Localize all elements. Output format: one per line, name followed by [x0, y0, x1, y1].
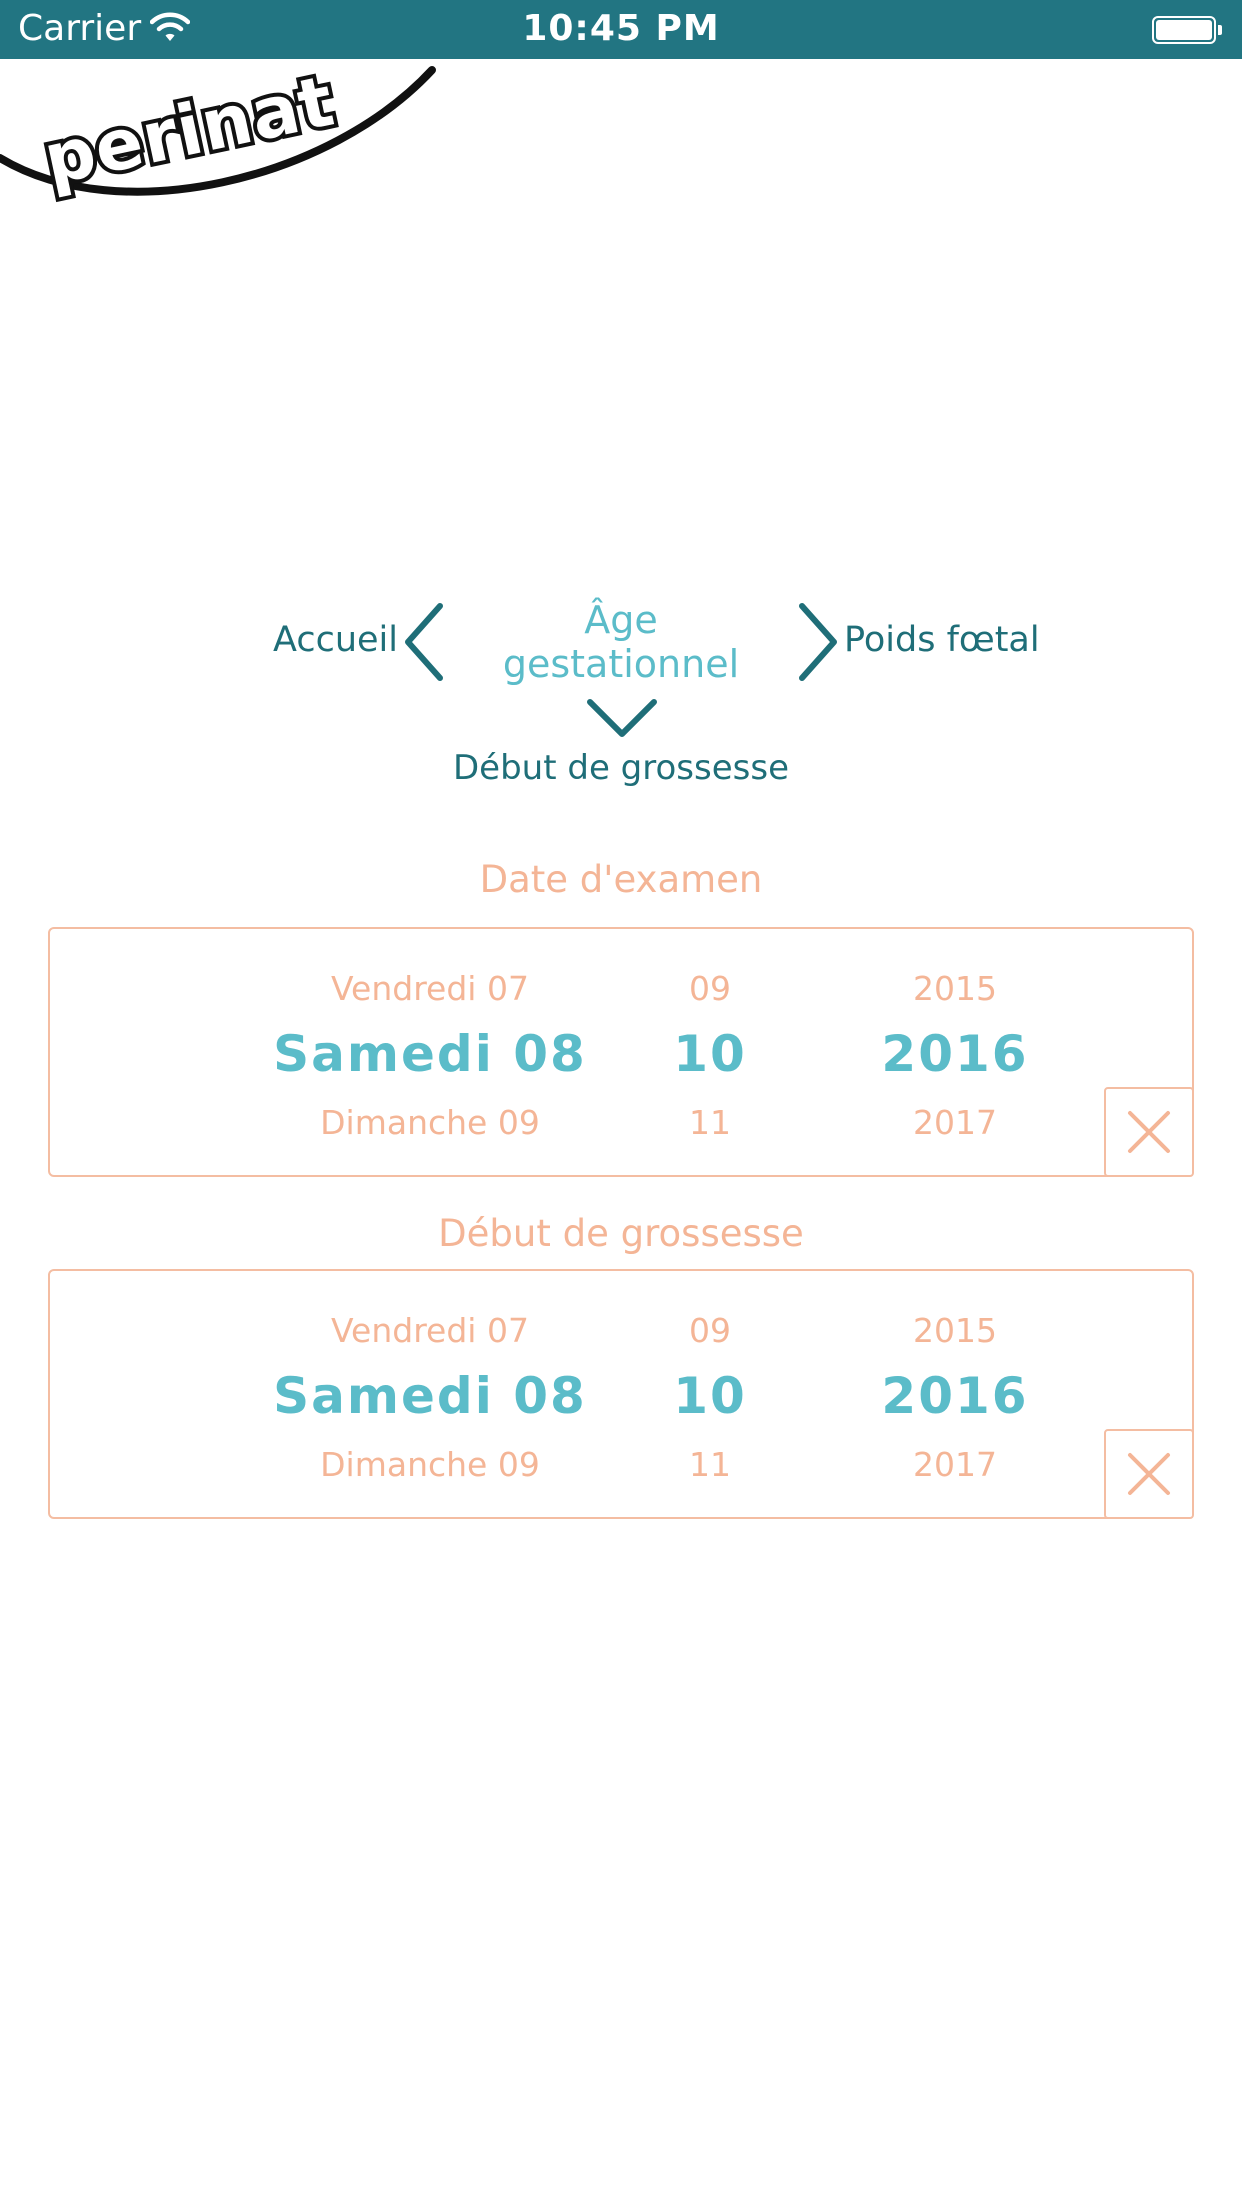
screen: Carrier 10:45 PM perinat Accueil Âge ges… — [0, 0, 1242, 2208]
svg-text:perinat: perinat — [37, 60, 341, 201]
status-bar: Carrier 10:45 PM — [0, 0, 1242, 59]
picker-year-selected[interactable]: 2016 — [830, 1025, 1080, 1083]
nav-next-link[interactable]: Poids fœtal — [844, 620, 1040, 660]
picker-year-next[interactable]: 2017 — [830, 1445, 1080, 1484]
picker-month-prev[interactable]: 09 — [610, 1311, 810, 1350]
clock: 10:45 PM — [522, 8, 720, 49]
picker-year-prev[interactable]: 2015 — [830, 1311, 1080, 1350]
current-title-line2: gestationnel — [502, 642, 740, 686]
picker-year-prev[interactable]: 2015 — [830, 969, 1080, 1008]
picker-month-next[interactable]: 11 — [610, 1103, 810, 1142]
nav-sub-link[interactable]: Début de grossesse — [320, 748, 922, 788]
pregnancy-start-title: Début de grossesse — [438, 1212, 804, 1255]
picker-day-selected[interactable]: Samedi 08 — [200, 1025, 660, 1083]
picker-year-next[interactable]: 2017 — [830, 1103, 1080, 1142]
picker-month-next[interactable]: 11 — [610, 1445, 810, 1484]
battery-tip — [1218, 25, 1222, 35]
picker-day-next[interactable]: Dimanche 09 — [200, 1103, 660, 1142]
exam-date-title: Date d'examen — [479, 858, 763, 901]
close-icon — [1128, 1111, 1170, 1153]
picker-day-selected[interactable]: Samedi 08 — [200, 1367, 660, 1425]
picker-day-next[interactable]: Dimanche 09 — [200, 1445, 660, 1484]
pregnancy-start-picker[interactable]: Vendredi 07 09 2015 Samedi 08 10 2016 Di… — [48, 1269, 1194, 1519]
picker-year-selected[interactable]: 2016 — [830, 1367, 1080, 1425]
exam-date-clear-button[interactable] — [1104, 1087, 1194, 1177]
close-icon — [1128, 1453, 1170, 1495]
chevron-right-icon[interactable] — [794, 600, 842, 684]
current-title-line1: Âge — [584, 598, 658, 642]
chevron-down-icon[interactable] — [586, 696, 658, 740]
perinat-logo: perinat — [0, 60, 436, 205]
battery-icon — [1152, 16, 1216, 44]
picker-day-prev[interactable]: Vendredi 07 — [200, 1311, 660, 1350]
picker-month-prev[interactable]: 09 — [610, 969, 810, 1008]
picker-month-selected[interactable]: 10 — [610, 1025, 810, 1083]
picker-month-selected[interactable]: 10 — [610, 1367, 810, 1425]
picker-day-prev[interactable]: Vendredi 07 — [200, 969, 660, 1008]
exam-date-picker[interactable]: Vendredi 07 09 2015 Samedi 08 10 2016 Di… — [48, 927, 1194, 1177]
nav-prev-link[interactable]: Accueil — [180, 620, 398, 660]
pregnancy-start-clear-button[interactable] — [1104, 1429, 1194, 1519]
current-page-title: Âge gestationnel — [420, 598, 822, 686]
